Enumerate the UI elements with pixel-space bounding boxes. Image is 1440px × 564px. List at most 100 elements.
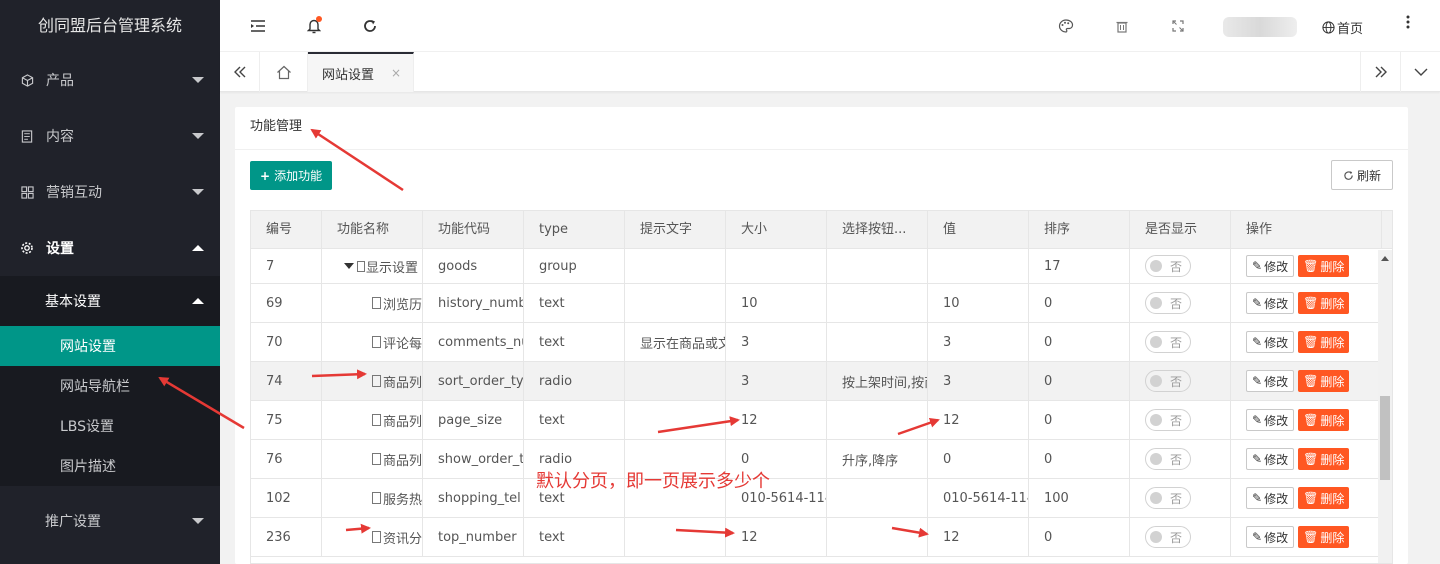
pencil-icon: ✎ — [1252, 452, 1263, 466]
table-row[interactable]: 69浏览历history_numbertext10100否✎修改🗑删除 — [251, 284, 1392, 323]
chevron-down-icon[interactable] — [1400, 52, 1440, 92]
table-scrollbar[interactable] — [1378, 250, 1392, 563]
edit-button[interactable]: ✎ 修改 — [1246, 448, 1295, 470]
delete-button[interactable]: 🗑 删除 — [1298, 292, 1350, 314]
sidebar-item-content[interactable]: 内容 — [0, 108, 220, 164]
tab-site-settings[interactable]: 网站设置 × — [308, 52, 414, 92]
document-icon — [372, 375, 381, 387]
sidebar-item-image-desc[interactable]: 图片描述 — [0, 446, 220, 486]
scroll-tabs-left-icon[interactable] — [220, 52, 260, 92]
table-cell-code: top_number — [423, 518, 524, 556]
table-cell-code: page_size — [423, 401, 524, 439]
show-toggle[interactable]: 否 — [1145, 292, 1191, 314]
edit-button[interactable]: ✎ 修改 — [1246, 409, 1295, 431]
bell-icon[interactable] — [304, 16, 324, 36]
card-title: 功能管理 — [235, 107, 1408, 150]
delete-button[interactable]: 🗑 删除 — [1298, 448, 1350, 470]
palette-icon[interactable] — [1056, 16, 1076, 36]
document-icon — [372, 336, 381, 348]
edit-button[interactable]: ✎ 修改 — [1246, 370, 1295, 392]
edit-button[interactable]: ✎ 修改 — [1246, 292, 1295, 314]
table-row[interactable]: 102服务热shopping_teltext010-5614-1141010-5… — [251, 479, 1392, 518]
delete-button[interactable]: 🗑 删除 — [1298, 526, 1350, 548]
table-row[interactable]: 7 显示设置 goods group 17 否 ✎ 修改 🗑 删除 — [251, 249, 1392, 284]
show-toggle[interactable]: 否 — [1145, 331, 1191, 353]
caret-up-icon — [192, 245, 204, 251]
trash-icon: 🗑 — [1303, 335, 1319, 349]
sidebar-item-lbs-settings[interactable]: LBS设置 — [0, 406, 220, 446]
column-header[interactable]: 操作 — [1231, 211, 1382, 249]
delete-button[interactable]: 🗑 删除 — [1298, 487, 1350, 509]
feature-name-text: 评论每 — [382, 336, 422, 352]
sidebar-item-site-settings[interactable]: 网站设置 — [0, 326, 220, 366]
show-toggle[interactable]: 否 — [1145, 370, 1191, 392]
column-header[interactable]: 大小 — [726, 211, 827, 249]
feature-management-card: 功能管理 + 添加功能 刷新 编号 功能名称 功能代码 type 提示文字 大小… — [235, 107, 1408, 564]
show-toggle[interactable]: 否 — [1145, 448, 1191, 470]
column-header[interactable]: 值 — [928, 211, 1029, 249]
toggle-knob — [1150, 260, 1162, 272]
column-header[interactable]: 编号 — [251, 211, 322, 249]
refresh-button[interactable]: 刷新 — [1331, 160, 1393, 190]
column-header[interactable]: 是否显示 — [1130, 211, 1231, 249]
delete-label: 删除 — [1320, 335, 1345, 350]
edit-button[interactable]: ✎ 修改 — [1246, 526, 1295, 548]
column-header[interactable]: 功能代码 — [423, 211, 524, 249]
table-row[interactable]: 74商品列sort_order_typeradio3按上架时间,按商30否✎修改… — [251, 362, 1392, 401]
edit-button[interactable]: ✎ 修改 — [1246, 487, 1295, 509]
column-header[interactable]: 功能名称 — [322, 211, 423, 249]
show-toggle[interactable]: 否 — [1145, 526, 1191, 548]
edit-button[interactable]: ✎ 修改 — [1246, 255, 1295, 277]
fullscreen-icon[interactable] — [1168, 16, 1188, 36]
user-avatar-blurred[interactable] — [1223, 17, 1297, 37]
scroll-up-arrow-icon[interactable] — [1381, 256, 1389, 261]
delete-label: 删除 — [1320, 530, 1345, 545]
table-cell-type: text — [524, 323, 625, 361]
add-feature-button[interactable]: + 添加功能 — [250, 161, 333, 190]
trash-icon[interactable] — [1112, 16, 1132, 36]
home-link[interactable]: 首页 — [1322, 18, 1363, 37]
show-toggle[interactable]: 否 — [1145, 409, 1191, 431]
sidebar-item-settings[interactable]: 设置 — [0, 220, 220, 276]
table-cell-options — [827, 401, 928, 439]
table-row[interactable]: 76商品列show_order_typeradio0升序,降序00否✎修改🗑删除 — [251, 440, 1392, 479]
column-header[interactable]: type — [524, 211, 625, 249]
delete-button[interactable]: 🗑 删除 — [1298, 255, 1350, 277]
toggle-knob — [1150, 375, 1162, 387]
trash-icon: 🗑 — [1303, 296, 1319, 310]
sidebar-item-site-nav[interactable]: 网站导航栏 — [0, 366, 220, 406]
sidebar-group-basic-settings[interactable]: 基本设置 — [0, 276, 220, 326]
show-toggle[interactable]: 否 — [1145, 487, 1191, 509]
home-tab-icon[interactable] — [260, 52, 308, 92]
scrollbar-thumb[interactable] — [1380, 396, 1390, 480]
table-row[interactable]: 75 商品列 page_size text 12 12 0 否 ✎ 修改 🗑 删除 — [251, 401, 1392, 440]
table-cell-name: 商品列 — [322, 401, 423, 439]
more-vertical-icon[interactable] — [1406, 14, 1410, 33]
table-body: 7 显示设置 goods group 17 否 ✎ 修改 🗑 删除 69 浏览历 history_num… — [251, 249, 1392, 557]
home-label: 首页 — [1337, 22, 1364, 37]
sidebar-item-products[interactable]: 产品 — [0, 52, 220, 108]
sidebar-item-label: 营销互动 — [46, 185, 102, 201]
table-row[interactable]: 236 资讯分 top_number text 12 12 0 否 ✎ 修改 🗑 删除 — [251, 518, 1392, 557]
menu-fold-icon[interactable] — [248, 16, 268, 36]
scroll-tabs-right-icon[interactable] — [1360, 52, 1400, 92]
settings-submenu: 基本设置 网站设置 网站导航栏 LBS设置 图片描述 — [0, 276, 220, 486]
caret-down-icon — [192, 77, 204, 83]
column-header[interactable]: 提示文字 — [625, 211, 726, 249]
delete-button[interactable]: 🗑 删除 — [1298, 331, 1350, 353]
close-icon[interactable]: × — [391, 66, 401, 80]
column-header[interactable]: 选择按钮... — [827, 211, 928, 249]
edit-button[interactable]: ✎ 修改 — [1246, 331, 1295, 353]
table-row[interactable]: 70评论每comments_numbertext显示在商品或文330否✎修改🗑删… — [251, 323, 1392, 362]
delete-button[interactable]: 🗑 删除 — [1298, 409, 1350, 431]
refresh-icon[interactable] — [360, 16, 380, 36]
tree-expand-icon[interactable] — [344, 263, 354, 269]
sidebar: 创同盟后台管理系统 产品 内容 营销互动 设置 基本设置 网站设置 网站导航栏 … — [0, 0, 220, 564]
sidebar-item-promotion[interactable]: 推广设置 — [0, 486, 220, 556]
table-cell-options — [827, 323, 928, 361]
table-cell-show: 否 — [1130, 323, 1231, 361]
show-toggle[interactable]: 否 — [1145, 255, 1191, 277]
delete-button[interactable]: 🗑 删除 — [1298, 370, 1350, 392]
sidebar-item-marketing[interactable]: 营销互动 — [0, 164, 220, 220]
column-header[interactable]: 排序 — [1029, 211, 1130, 249]
